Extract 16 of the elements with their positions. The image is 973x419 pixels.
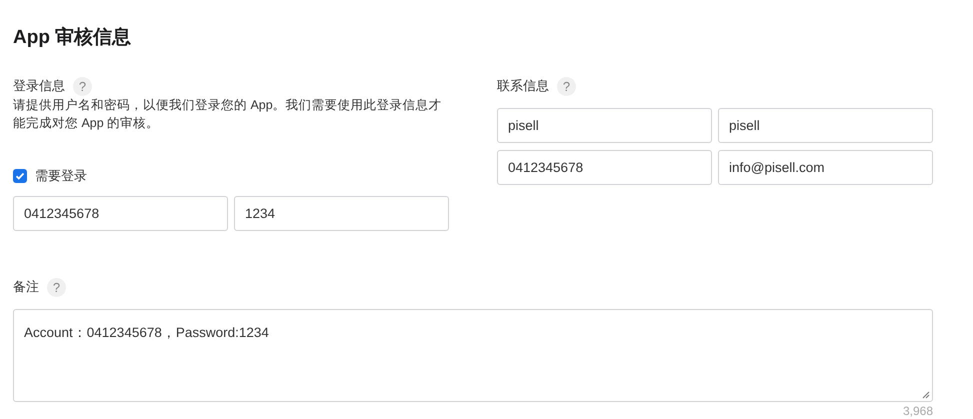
input-field[interactable]: 0412345678: [497, 150, 712, 185]
checkbox[interactable]: [13, 169, 27, 183]
input-field[interactable]: 1234: [234, 196, 449, 231]
notes-field[interactable]: Account：0412345678，Password:1234: [13, 309, 933, 402]
input-field[interactable]: pisell: [497, 108, 712, 143]
contact-label: 联系信息: [497, 77, 549, 95]
sign-in-label: 登录信息: [13, 77, 65, 95]
resize-grip-icon[interactable]: [922, 391, 930, 399]
input-field[interactable]: pisell: [718, 108, 933, 143]
checkbox-label: 需要登录: [35, 167, 87, 185]
notes-label: 备注: [13, 278, 39, 296]
section-title: App 审核信息: [13, 26, 132, 50]
sign-in-description: 请提供用户名和密码，以便我们登录您的 App。我们需要使用此登录信息才能完成对您 App 的审核。: [13, 97, 443, 132]
input-field[interactable]: info@pisell.com: [718, 150, 933, 185]
input-field[interactable]: 0412345678: [13, 196, 228, 231]
character-count: 3,968: [902, 404, 933, 418]
